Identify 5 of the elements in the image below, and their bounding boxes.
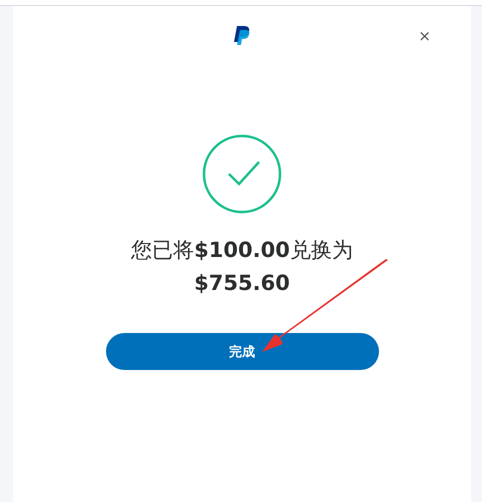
conversion-message: 您已将$100.00兑换为$755.60: [130, 237, 354, 297]
close-button[interactable]: ×: [416, 27, 433, 45]
checkmark-circle-icon: [202, 134, 282, 214]
logo-icon: [233, 26, 251, 46]
done-button[interactable]: 完成: [106, 333, 378, 370]
